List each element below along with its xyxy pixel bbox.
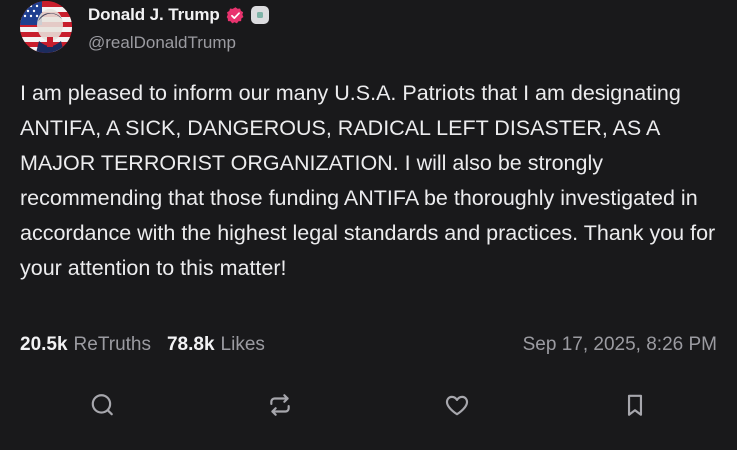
repost-icon — [270, 394, 290, 416]
post-card: Donald J. Trump @realDonaldTrump I am pl… — [0, 0, 737, 450]
affiliation-badge-icon — [250, 6, 269, 24]
likes-label: Likes — [220, 334, 265, 355]
verified-badge-icon — [226, 6, 244, 23]
badge-inner-icon — [256, 12, 263, 18]
avatar-flag-portrait-icon — [20, 1, 72, 53]
bookmark-button[interactable] — [615, 385, 655, 425]
author-handle[interactable]: @realDonaldTrump — [88, 33, 269, 53]
post-header: Donald J. Trump @realDonaldTrump — [20, 0, 269, 60]
heart-icon — [445, 395, 469, 416]
author-identity: Donald J. Trump @realDonaldTrump — [88, 4, 269, 53]
likes-count: 78.8k — [166, 334, 215, 355]
post-timestamp[interactable]: Sep 17, 2025, 8:26 PM — [523, 334, 717, 356]
avatar[interactable] — [20, 1, 72, 53]
reply-button[interactable] — [82, 385, 122, 425]
bookmark-icon — [627, 394, 643, 416]
retruths-stat[interactable]: 20.5k ReTruths — [20, 334, 151, 356]
author-display-name[interactable]: Donald J. Trump — [88, 5, 220, 25]
author-name-row: Donald J. Trump — [88, 4, 269, 26]
retruth-button[interactable] — [260, 385, 300, 425]
like-button[interactable] — [437, 385, 477, 425]
retruths-count: 20.5k — [20, 334, 68, 355]
post-stats: 20.5k ReTruths 78.8k Likes Sep 17, 2025,… — [20, 331, 717, 359]
post-text: I am pleased to inform our many U.S.A. P… — [20, 81, 716, 280]
retruths-label: ReTruths — [73, 334, 151, 355]
reply-bubble-icon — [91, 394, 113, 416]
action-bar — [0, 385, 737, 425]
likes-stat[interactable]: 78.8k Likes — [167, 334, 265, 356]
